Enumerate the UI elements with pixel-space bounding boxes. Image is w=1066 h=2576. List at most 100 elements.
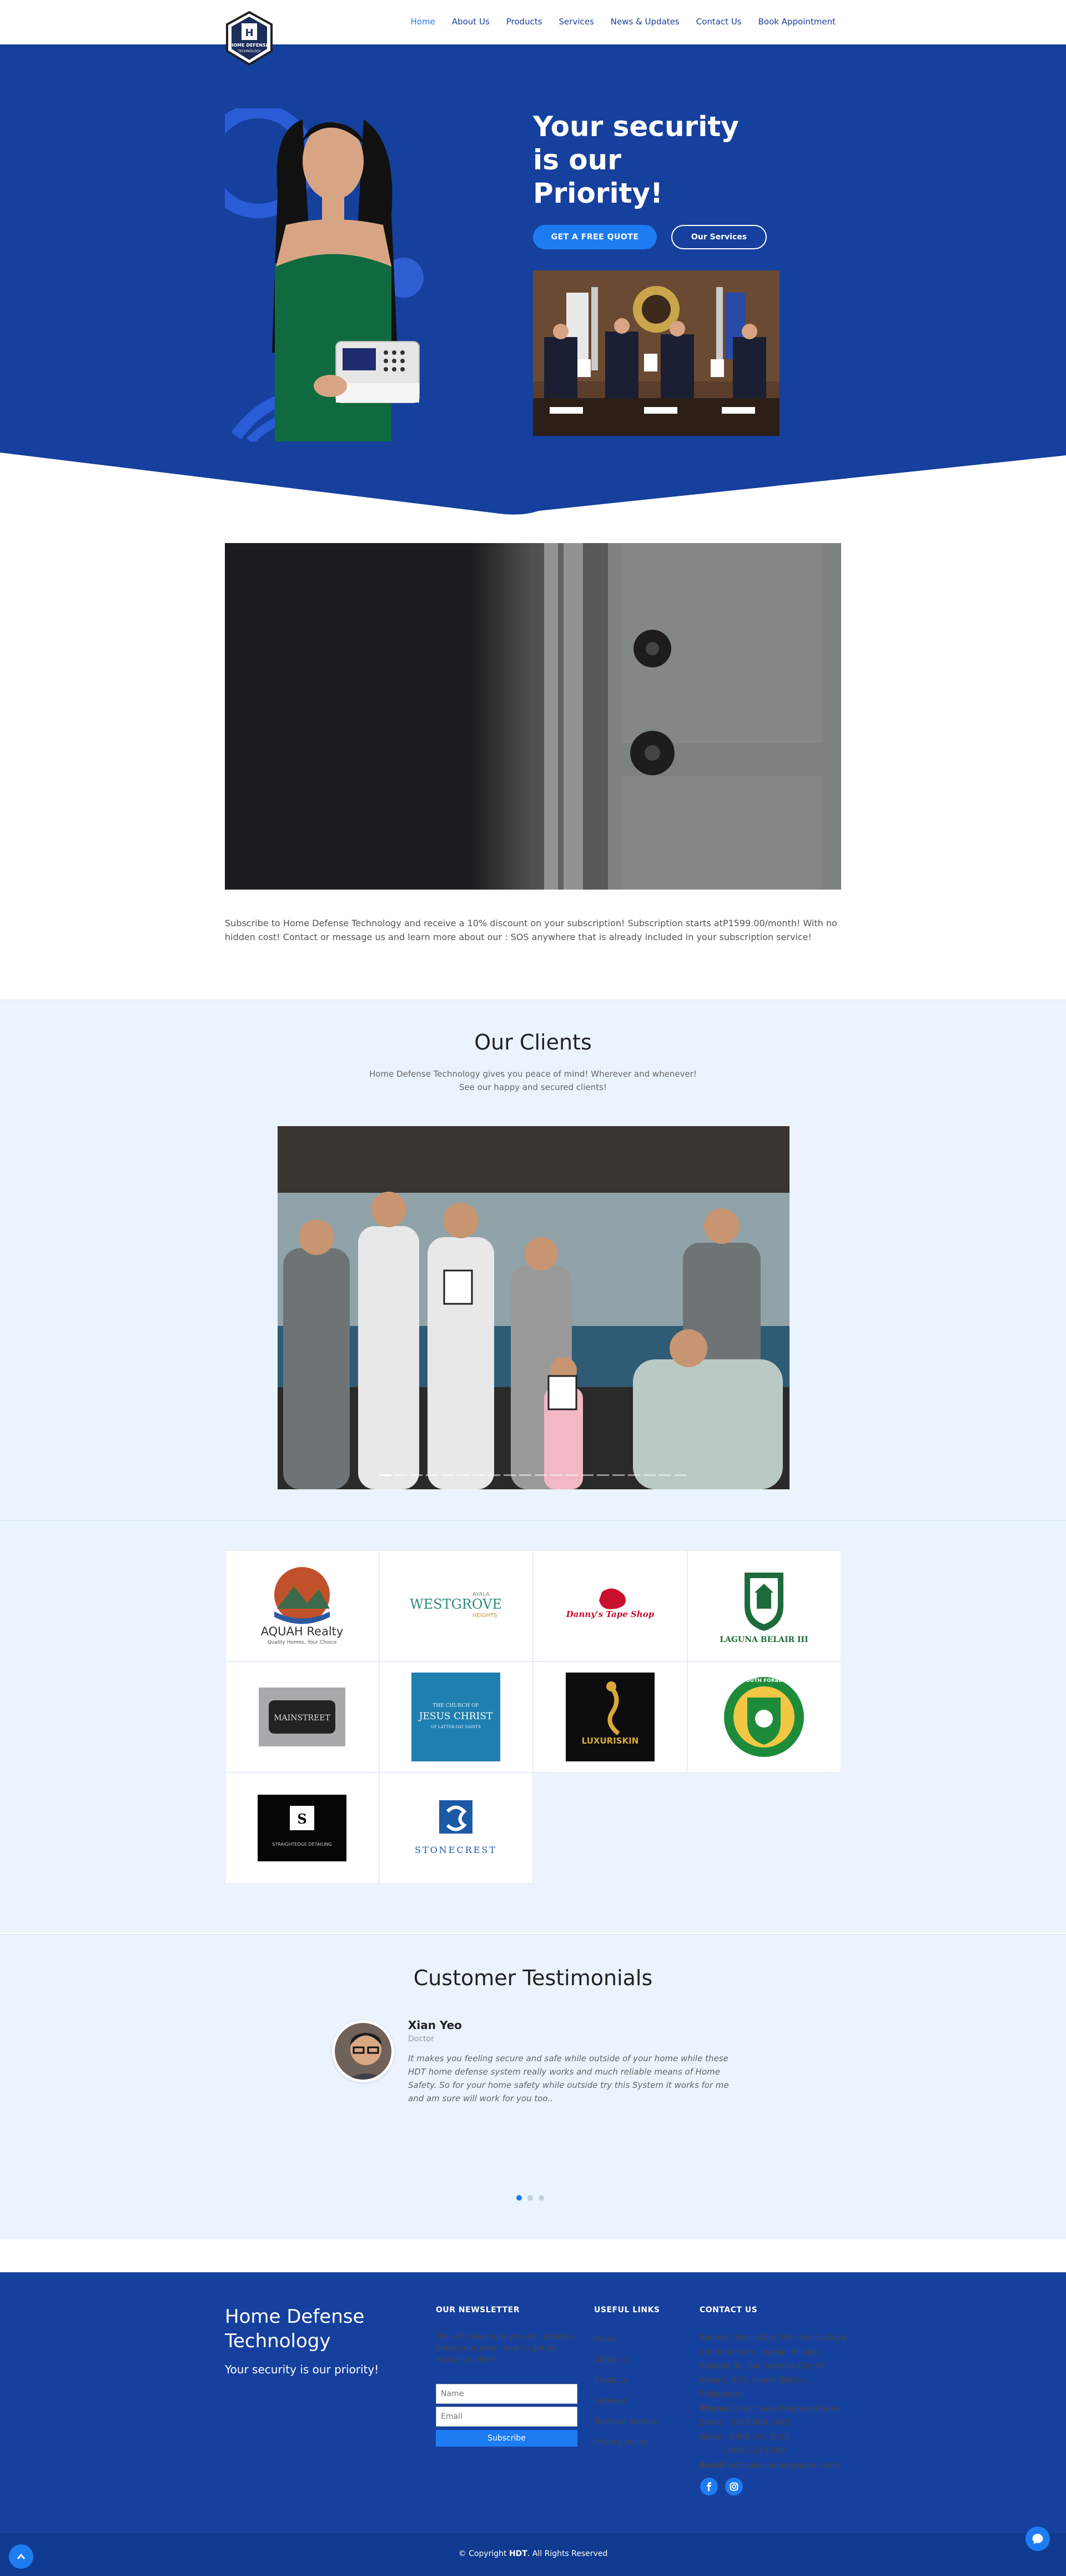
get-free-quote-button[interactable]: GET A FREE QUOTE [533,225,657,249]
svg-text:LUXURISKIN: LUXURISKIN [581,1736,638,1746]
newsletter-name-input[interactable] [436,2384,577,2404]
stonecrest-logo: STONECREST [379,1772,533,1884]
slider-dot[interactable] [628,1474,640,1476]
nav-home[interactable]: Home [411,17,435,27]
svg-text:JESUS CHRIST: JESUS CHRIST [418,1711,493,1722]
contact-address: Address: Unit 502-b 5th Floor Catleya Co… [700,2331,849,2402]
svg-text:THE CHURCH OF: THE CHURCH OF [433,1703,479,1709]
svg-text:AQUAH Realty: AQUAH Realty [260,1625,343,1638]
chat-widget-button[interactable] [1025,2527,1050,2551]
hero-title-line: is our [533,144,621,176]
contact-details: Address: Unit 502-b 5th Floor Catleya Co… [700,2331,849,2473]
footer-brand-line: Home Defense [225,2306,365,2328]
slider-dot[interactable] [410,1474,423,1476]
slider-dot[interactable] [550,1474,562,1476]
svg-text:MAINSTREET: MAINSTREET [274,1714,330,1723]
slider-dot[interactable] [379,1474,391,1476]
footer-link-services[interactable]: Services [594,2391,657,2412]
laguna-belair-logo: LAGUNA BELAIR III [687,1550,841,1661]
slider-dot[interactable] [675,1474,687,1476]
slider-pagination [0,1474,1066,1476]
slider-dot[interactable] [457,1474,469,1476]
svg-text:TECHNOLOGY: TECHNOLOGY [237,49,261,53]
hero-model-image [201,104,425,445]
phone-label: Phone: [700,2404,730,2413]
copyright-text: © Copyright HDT. All Rights Reserved [0,2549,1066,2558]
nav-contact[interactable]: Contact Us [696,17,742,27]
slider-dot[interactable] [566,1474,578,1476]
slider-dot[interactable] [581,1474,594,1476]
slider-dot[interactable] [441,1474,454,1476]
testimonial-quote: It makes you feeling secure and safe whi… [408,2053,729,2103]
phone-title: Direct Sales Representative [732,2404,841,2413]
slider-dot[interactable] [426,1474,438,1476]
slider-dot[interactable] [597,1474,609,1476]
useful-links-list: Home About us Products Services Terms of… [594,2329,657,2453]
svg-text:S: S [297,1811,306,1827]
slider-dot[interactable] [395,1474,407,1476]
nav-services[interactable]: Services [559,17,594,27]
slider-dot[interactable] [519,1474,531,1476]
facebook-icon[interactable] [700,2478,718,2495]
hero-title: Your security is our Priority! [533,110,755,210]
nav-book-appointment[interactable]: Book Appointment [758,17,836,27]
address-value: Unit 502-b 5th Floor Catleya Condominium… [700,2333,846,2399]
svg-text:HOME DEFENSE: HOME DEFENSE [230,43,269,48]
testimonial-dot[interactable] [527,2195,533,2201]
clients-subtitle: Home Defense Technology gives you peace … [0,1067,1066,1094]
slider-dot[interactable] [659,1474,671,1476]
copyright-brand: HDT [509,2549,527,2558]
dannys-tape-shop-logo: Danny's Tape Shop [533,1550,687,1661]
church-logo: THE CHURCH OF JESUS CHRIST OF LATTER-DAY… [379,1661,533,1772]
site-header: H HOME DEFENSE TECHNOLOGY Home About Us … [0,0,1066,66]
client-logos-grid: AQUAH Realty Quality Homes, Your Choice … [225,1550,841,1884]
clients-photo-slide[interactable] [278,1126,790,1489]
footer-link-home[interactable]: Home [594,2329,657,2350]
slider-dot[interactable] [488,1474,500,1476]
section-divider [0,1520,1066,1521]
svg-text:Danny's Tape Shop: Danny's Tape Shop [566,1609,655,1619]
contact-heading: CONTACT US [700,2306,758,2314]
nav-products[interactable]: Products [506,17,542,27]
nav-about[interactable]: About Us [452,17,490,27]
instagram-icon[interactable] [725,2478,743,2495]
subscription-promo-text: Subscribe to Home Defense Technology and… [225,918,837,942]
mainstreet-logo: MAINSTREET [225,1661,379,1772]
slider-dot[interactable] [535,1474,547,1476]
footer-slogan: Your security is our priority! [225,2363,379,2376]
copyright-prefix: © Copyright [458,2549,509,2558]
testimonial-dot[interactable] [539,2195,544,2201]
footer-link-about[interactable]: About us [594,2350,657,2371]
footer-link-privacy[interactable]: Privacy policy [594,2432,657,2453]
slider-dot[interactable] [643,1474,656,1476]
testimonials-title: Customer Testimonials [413,1966,653,1990]
clients-subtitle-line: See our happy and secured clients! [459,1082,607,1092]
detailing-logo: S STRAIGHTEDGE DETAILING [225,1772,379,1884]
phone-globe-2: - 0995 621 6388 [721,2447,786,2456]
newsletter-email-input[interactable] [436,2407,577,2427]
slider-dot[interactable] [472,1474,485,1476]
phone-smart: Smart - 0919 888 5475 [700,2418,791,2427]
nav-news[interactable]: News & Updates [611,17,680,27]
svg-text:WESTGROVE: WESTGROVE [410,1596,502,1612]
phone-globe: Globe - 0906 095 3635 [700,2432,790,2442]
footer-link-products[interactable]: Products [594,2371,657,2391]
testimonial-avatar [332,2020,394,2082]
testimonial-role: Doctor [408,2035,434,2043]
slider-dot[interactable] [504,1474,516,1476]
svg-text:H: H [245,27,253,39]
subscribe-button[interactable]: Subscribe [436,2430,577,2447]
hdt-logo[interactable]: H HOME DEFENSE TECHNOLOGY [225,11,274,67]
hero-signing-photo [533,270,780,436]
our-services-button[interactable]: Our Services [671,225,767,249]
slider-dot[interactable] [612,1474,625,1476]
newsletter-text: We will make sure you are updated, enter… [436,2332,576,2364]
testimonial-dot[interactable] [516,2195,522,2201]
footer-link-terms[interactable]: Terms of service [594,2412,657,2432]
email-value[interactable]: hdt.salesinquiry@gmail.com [729,2461,839,2470]
promo-video[interactable] [225,543,841,890]
chat-bubble-icon [1032,2534,1043,2544]
footer-brand-line: Technology [225,2330,331,2352]
south-forbes-logo: SOUTH FORBES [687,1661,841,1772]
contact-phone: Phone: Direct Sales Representative [700,2402,849,2417]
